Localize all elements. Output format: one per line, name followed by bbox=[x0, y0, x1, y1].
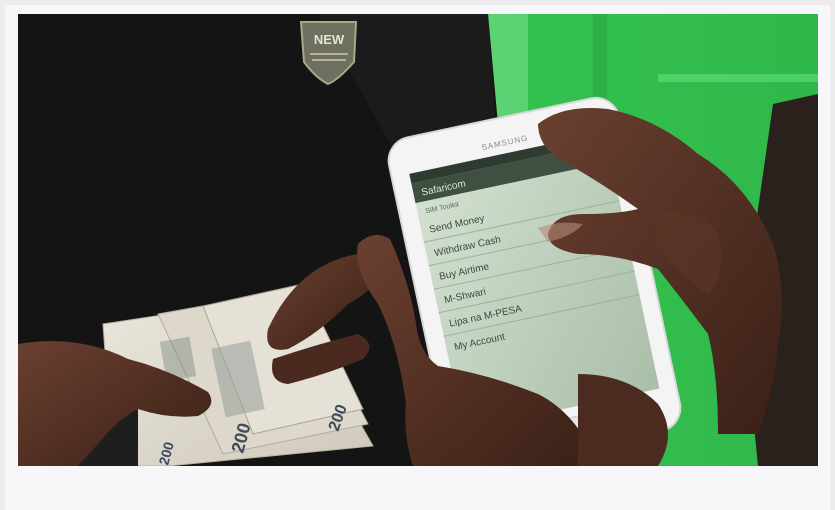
svg-text:NEW: NEW bbox=[314, 32, 345, 47]
photo-illustration: NEW 200 200 200 SAMSUNG Safaricom SIM To… bbox=[18, 14, 818, 466]
image-frame: NEW 200 200 200 SAMSUNG Safaricom SIM To… bbox=[5, 5, 830, 510]
photo: NEW 200 200 200 SAMSUNG Safaricom SIM To… bbox=[18, 14, 818, 466]
